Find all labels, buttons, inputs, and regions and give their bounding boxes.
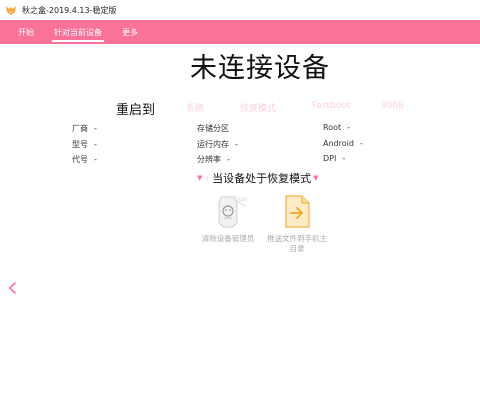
tool-label: 清除设备管理员 [201, 234, 255, 243]
info-label: Android [323, 139, 354, 148]
info-label: Root [323, 123, 342, 132]
info-manufacturer: 厂商 - [72, 123, 97, 134]
tool-label: 推送文件到手机主目录 [267, 234, 327, 253]
info-model: 型号 - [72, 139, 97, 150]
info-label: 运行内存 [197, 140, 229, 149]
info-dpi: DPI - [323, 154, 345, 163]
info-storage: 存储分区 [197, 123, 235, 134]
info-value: - [94, 140, 97, 149]
reboot-label: 重启到 [116, 103, 156, 118]
reboot-system-button[interactable]: 系统 [186, 101, 204, 114]
info-value: - [235, 140, 238, 149]
nav-bar: 开始 针对当前设备 更多 [0, 20, 480, 44]
svg-text:ROOT: ROOT [238, 197, 248, 202]
device-status-title: 未连接设备 [190, 53, 330, 84]
info-value: - [359, 139, 363, 148]
info-value: - [342, 154, 346, 163]
info-label: DPI [323, 154, 337, 163]
info-value: - [227, 155, 230, 164]
reboot-row: 重启到 系统 恢复模式 Fastboot 9008 [0, 99, 480, 118]
info-label: 分辨率 [197, 155, 221, 164]
fox-app-icon [6, 6, 16, 15]
info-memory: 运行内存 - [197, 139, 238, 150]
reboot-recovery-button[interactable]: 恢复模式 [240, 101, 276, 114]
clear-device-admin-button[interactable]: ROOT 清除设备管理员 [193, 193, 263, 244]
triangle-down-icon: ▼ [313, 174, 319, 182]
info-resolution: 分辨率 - [197, 154, 230, 165]
info-label: 厂商 [72, 124, 88, 133]
info-root: Root - [323, 123, 350, 132]
info-android: Android - [323, 139, 363, 148]
tab-current-device[interactable]: 针对当前设备 [44, 20, 112, 44]
robot-clear-icon: ROOT [218, 196, 248, 228]
reboot-9008-button[interactable]: 9008 [381, 101, 404, 111]
title-bar: 秋之盒-2019.4.13-稳定版 [0, 0, 480, 20]
back-arrow-icon[interactable] [6, 280, 18, 296]
window-title: 秋之盒-2019.4.13-稳定版 [22, 5, 117, 15]
info-codename: 代号 - [72, 154, 97, 165]
recovery-section-header: ▼ ⁖ 当设备处于恢复模式 ▼ [195, 170, 320, 186]
recovery-section-title: 当设备处于恢复模式 [212, 172, 312, 185]
info-label: 存储分区 [197, 124, 229, 133]
push-file-button[interactable]: 推送文件到手机主目录 [262, 193, 332, 254]
info-label: 型号 [72, 140, 88, 149]
info-value: - [347, 123, 351, 132]
info-value: - [94, 155, 97, 164]
push-file-icon [285, 195, 310, 228]
triangle-down-icon: ▼ [197, 174, 203, 182]
reboot-fastboot-button[interactable]: Fastboot [312, 101, 350, 111]
info-value: - [94, 124, 97, 133]
info-label: 代号 [72, 155, 88, 164]
tab-start[interactable]: 开始 [0, 20, 44, 44]
tab-more[interactable]: 更多 [112, 20, 148, 44]
footprints-icon: ⁖ [204, 173, 210, 183]
